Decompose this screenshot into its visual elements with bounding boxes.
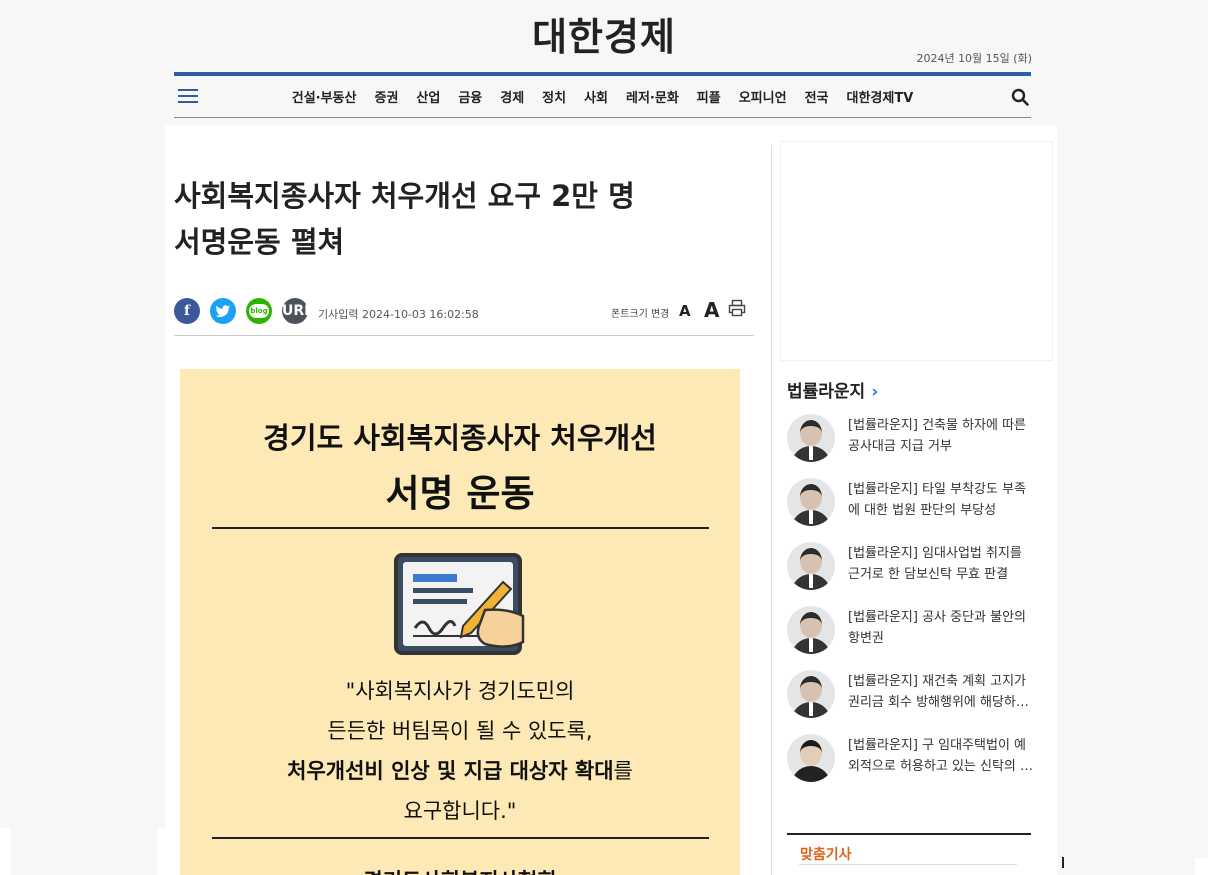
font-size-label: 폰트크기 변경 bbox=[611, 309, 670, 320]
headline-line-2: 서명운동 펼쳐 bbox=[174, 225, 345, 259]
nav-item-finance[interactable]: 금융 bbox=[458, 87, 482, 106]
background-strip bbox=[157, 828, 165, 875]
sidebar-section-label: 법률라운지 bbox=[787, 382, 866, 402]
sidebar-list-item[interactable]: [법률라운지] 임대사업법 취지를 근거로 한 담보신탁 무효 판결 bbox=[787, 540, 1037, 590]
headline-line-1: 사회복지종사자 처우개선 요구 2만 명 bbox=[174, 179, 635, 213]
nav-item-opinion[interactable]: 오피니언 bbox=[739, 87, 787, 106]
nav-item-industry[interactable]: 산업 bbox=[416, 87, 440, 106]
nav-item-national[interactable]: 전국 bbox=[805, 87, 829, 106]
main-nav: 건설·부동산 증권 산업 금융 경제 정치 사회 레저·문화 피플 오피니언 전국 대한경제TV bbox=[174, 76, 1031, 118]
poster-quote-line-4: 요구합니다." bbox=[403, 799, 517, 823]
poster-quote-line-3: 처우개선비 인상 및 지급 대상자 확대를 bbox=[180, 751, 740, 791]
nav-item-politics[interactable]: 정치 bbox=[542, 87, 566, 106]
poster-divider bbox=[212, 527, 709, 529]
sidebar-section-title[interactable]: 법률라운지 › bbox=[787, 377, 878, 402]
background-strip bbox=[0, 828, 10, 875]
poster-title-line-2: 서명 운동 bbox=[385, 472, 535, 515]
current-date: 2024년 10월 15일 (화) bbox=[916, 52, 1032, 65]
nav-item-people[interactable]: 피플 bbox=[697, 87, 721, 106]
blog-share-icon[interactable]: blog bbox=[246, 298, 272, 324]
tailored-articles-box: 맞춤기사 bbox=[787, 833, 1031, 875]
avatar bbox=[787, 670, 835, 718]
ad-banner[interactable] bbox=[780, 141, 1053, 361]
chevron-right-icon: › bbox=[871, 382, 879, 402]
avatar bbox=[787, 542, 835, 590]
poster-quote-line-1: "사회복지사가 경기도민의 bbox=[345, 679, 575, 703]
sidebar-item-text: [법률라운지] 구 임대주택법이 예 외적으로 허용하고 있는 신탁의 … bbox=[848, 738, 1033, 774]
sidebar-item-text: [법률라운지] 재건축 계획 고지가 권리금 회수 방해행위에 해당하… bbox=[848, 674, 1029, 710]
avatar bbox=[787, 478, 835, 526]
tailored-articles-title[interactable]: 맞춤기사 bbox=[800, 844, 852, 864]
twitter-share-icon[interactable] bbox=[210, 298, 236, 324]
print-icon[interactable] bbox=[728, 299, 746, 317]
sidebar-list-item[interactable]: [법률라운지] 공사 중단과 불안의 항변권 bbox=[787, 604, 1037, 654]
nav-item-construction[interactable]: 건설·부동산 bbox=[292, 87, 357, 106]
font-increase-button[interactable]: A bbox=[704, 298, 719, 322]
scroll-mark bbox=[1062, 857, 1064, 868]
facebook-share-icon[interactable]: f bbox=[174, 298, 200, 324]
column-separator bbox=[771, 145, 772, 875]
sidebar-item-text: [법률라운지] 건축물 하자에 따른 공사대금 지급 거부 bbox=[848, 418, 1027, 454]
nav-item-leisure[interactable]: 레저·문화 bbox=[626, 87, 679, 106]
nav-item-tv[interactable]: 대한경제TV bbox=[846, 87, 913, 106]
font-decrease-button[interactable]: A bbox=[679, 302, 691, 320]
poster-title-line-1: 경기도 사회복지종사자 처우개선 bbox=[263, 421, 657, 455]
poster-quote-particle: 를 bbox=[613, 759, 633, 783]
blog-share-label: blog bbox=[249, 304, 269, 318]
nav-menu: 건설·부동산 증권 산업 금융 경제 정치 사회 레저·문화 피플 오피니언 전국 대한경제TV bbox=[174, 87, 1031, 106]
sidebar-list-item[interactable]: [법률라운지] 타일 부착강도 부족 에 대한 법원 판단의 부당성 bbox=[787, 476, 1037, 526]
sidebar-item-text: [법률라운지] 임대사업법 취지를 근거로 한 담보신탁 무효 판결 bbox=[848, 546, 1022, 582]
poster-organization: 경기도사회복지사협회 bbox=[180, 865, 740, 875]
avatar bbox=[787, 606, 835, 654]
poster-quote-emphasis: 처우개선비 인상 및 지급 대상자 확대 bbox=[287, 759, 614, 783]
background-strip bbox=[1195, 858, 1208, 875]
poster-divider bbox=[212, 837, 709, 839]
sidebar-list-item[interactable]: [법률라운지] 건축물 하자에 따른 공사대금 지급 거부 bbox=[787, 412, 1037, 462]
nav-item-stocks[interactable]: 증권 bbox=[374, 87, 398, 106]
url-copy-icon[interactable]: URL bbox=[282, 298, 313, 324]
article-image-poster: 경기도 사회복지종사자 처우개선 서명 운동 "사회복지사가 경기도민의 든든한… bbox=[180, 369, 740, 875]
sidebar-list-item[interactable]: [법률라운지] 구 임대주택법이 예 외적으로 허용하고 있는 신탁의 … bbox=[787, 732, 1037, 782]
nav-item-society[interactable]: 사회 bbox=[584, 87, 608, 106]
poster-quote: "사회복지사가 경기도민의 든든한 버팀목이 될 수 있도록, 처우개선비 인상… bbox=[180, 671, 740, 831]
article-headline: 사회복지종사자 처우개선 요구 2만 명 서명운동 펼쳐 bbox=[174, 173, 714, 265]
article-timestamp: 기사입력 2024-10-03 16:02:58 bbox=[318, 308, 479, 321]
signature-document-icon bbox=[394, 553, 525, 655]
nav-item-economy[interactable]: 경제 bbox=[500, 87, 524, 106]
sidebar-item-text: [법률라운지] 공사 중단과 불안의 항변권 bbox=[848, 610, 1027, 646]
sidebar-list-item[interactable]: [법률라운지] 재건축 계획 고지가 권리금 회수 방해행위에 해당하… bbox=[787, 668, 1037, 718]
avatar bbox=[787, 414, 835, 462]
tailored-articles-divider bbox=[799, 864, 1017, 865]
poster-quote-line-2: 든든한 버팀목이 될 수 있도록, bbox=[327, 719, 593, 743]
article-header-divider bbox=[174, 335, 754, 336]
search-icon[interactable] bbox=[1011, 88, 1029, 106]
sidebar-item-text: [법률라운지] 타일 부착강도 부족 에 대한 법원 판단의 부당성 bbox=[848, 482, 1027, 518]
avatar bbox=[787, 734, 835, 782]
